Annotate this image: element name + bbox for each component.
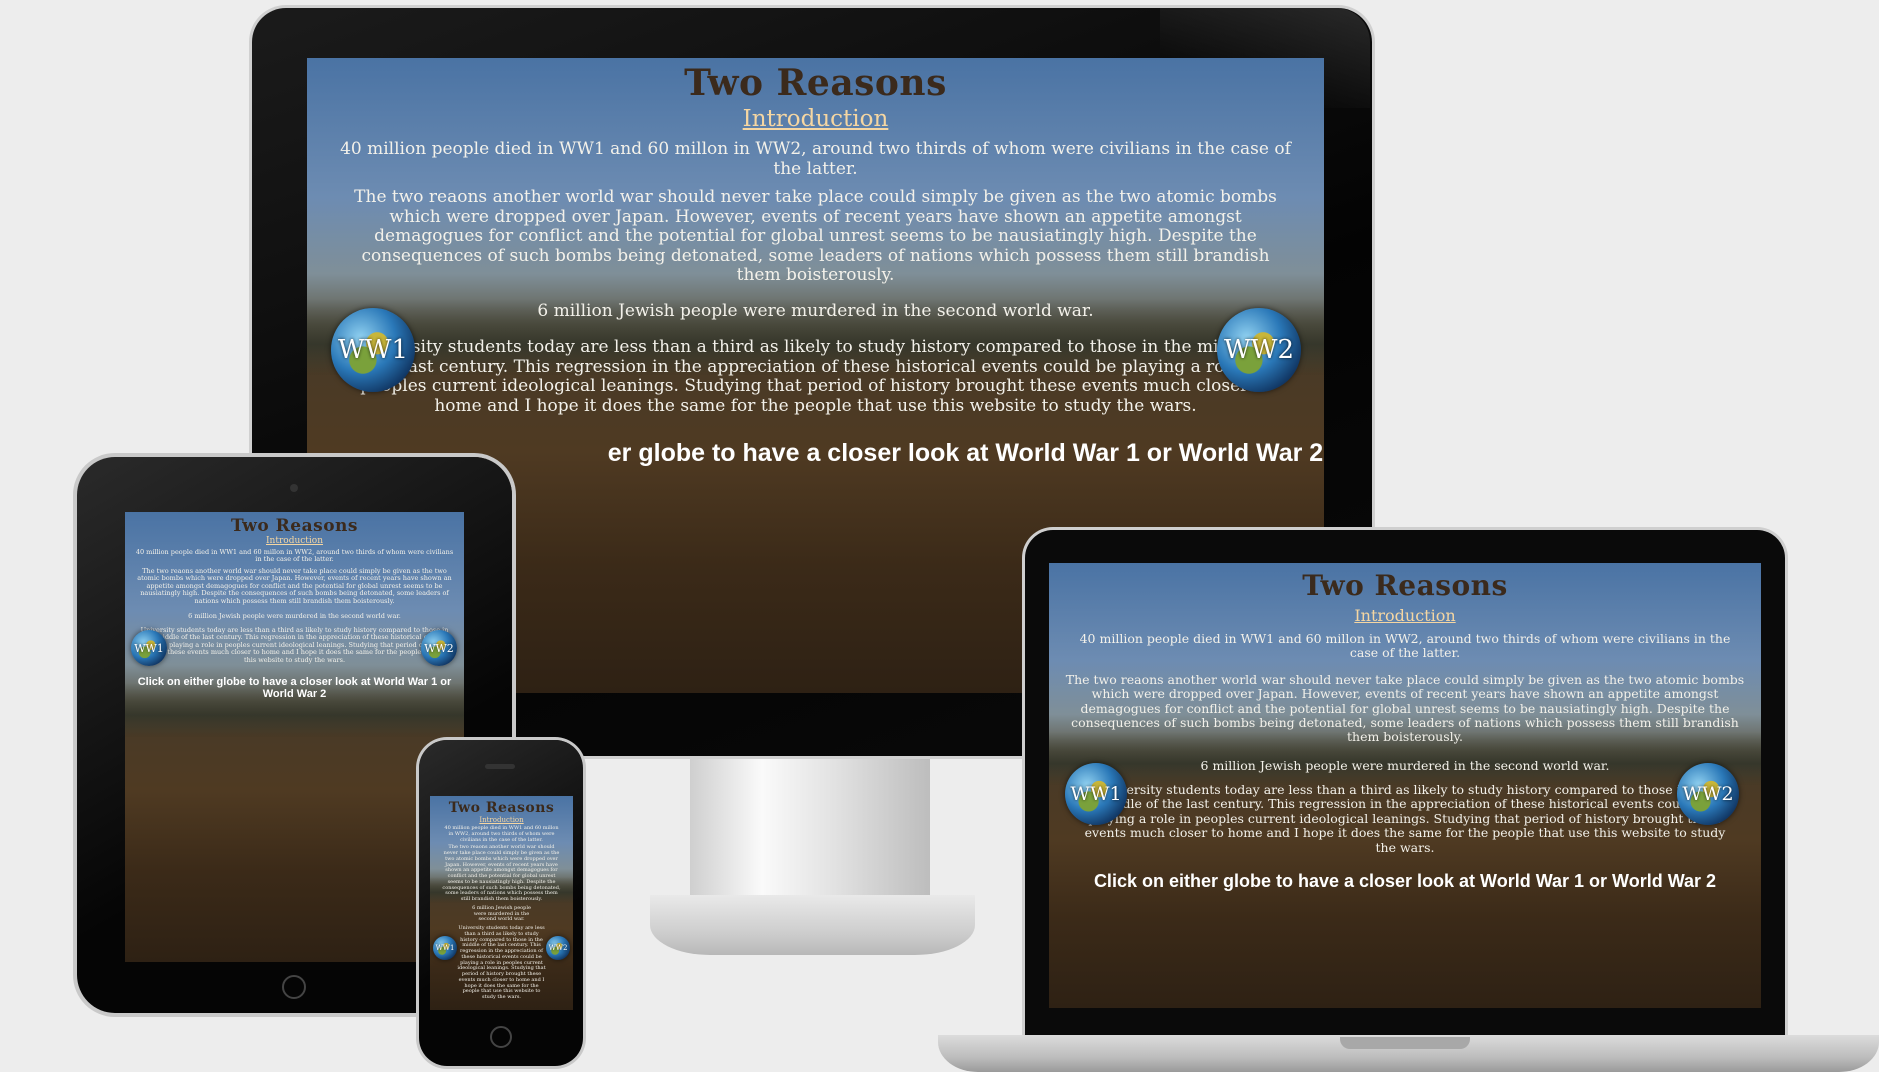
intro-paragraph-4: University students today are less than … [1084,782,1726,855]
ww1-globe-label: WW1 [1070,783,1122,805]
page-title: Two Reasons [684,62,947,104]
phone-home-button [490,1026,512,1048]
ww1-globe-button[interactable]: WW1 [331,308,415,392]
ww1-globe-button[interactable]: WW1 [131,630,167,666]
ww2-globe-button[interactable]: WW2 [1217,308,1301,392]
page-title: Two Reasons [448,800,555,816]
intro-paragraph-1: 40 million people died in WW1 and 60 mil… [135,548,454,564]
intro-paragraph-1: 40 million people died in WW1 and 60 mil… [340,139,1291,179]
ww2-globe-label: WW2 [1224,335,1294,365]
intro-heading: Introduction [266,536,323,546]
page-title: Two Reasons [1302,569,1508,602]
ww1-globe-button[interactable]: WW1 [433,936,457,960]
intro-paragraph-2: The two reaons another world war should … [137,566,452,605]
page-title: Two Reasons [231,516,358,536]
intro-paragraph-3: 6 million Jewish people were murdered in… [537,300,1094,321]
phone-speaker [485,764,515,769]
intro-paragraph-2: The two reaons another world war should … [354,187,1277,286]
ww2-globe-button[interactable]: WW2 [421,630,457,666]
ww2-globe-button[interactable]: WW2 [546,936,570,960]
globe-instruction: Click on either globe to have a closer l… [1093,870,1717,891]
intro-paragraph-4: University students today are less than … [353,337,1278,417]
ww1-globe-label: WW1 [435,944,455,952]
ww2-globe-label: WW2 [1682,783,1734,805]
laptop-screen: Two Reasons Introduction 40 million peop… [1049,563,1761,1008]
intro-heading: Introduction [1354,606,1456,625]
intro-paragraph-4: University students today are less than … [457,925,546,1000]
monitor-stand-neck [690,756,930,906]
intro-paragraph-3: 6 million Jewish people were murdered in… [1200,757,1610,773]
ww2-globe-label: WW2 [424,641,454,655]
intro-paragraph-4: University students today are less than … [138,625,451,664]
intro-heading: Introduction [479,816,524,824]
intro-heading: Introduction [742,106,889,132]
monitor-stand-foot [650,895,975,955]
laptop-notch [1340,1037,1470,1049]
tablet-screen: Two Reasons Introduction 40 million peop… [125,512,464,962]
intro-paragraph-1: 40 million people died in WW1 and 60 mil… [1079,631,1731,661]
globe-instruction: Click on either globe to have a closer l… [137,676,452,701]
phone-screen: Two Reasons Introduction 40 million peop… [430,796,573,1010]
ww1-globe-button[interactable]: WW1 [1065,763,1127,825]
ww2-globe-button[interactable]: WW2 [1677,763,1739,825]
intro-paragraph-1: 40 million people died in WW1 and 60 mil… [444,825,559,843]
ww1-globe-label: WW1 [338,335,408,365]
intro-paragraph-2: The two reaons another world war should … [442,844,561,902]
intro-paragraph-3: 6 million Jewish people were murdered in… [472,904,531,923]
tablet-home-button [282,975,306,999]
tablet-camera [290,484,298,492]
intro-paragraph-3: 6 million Jewish people were murdered in… [188,612,401,621]
ww2-globe-label: WW2 [548,944,568,952]
ww1-globe-label: WW1 [134,641,164,655]
intro-paragraph-2: The two reaons another world war should … [1065,671,1745,745]
